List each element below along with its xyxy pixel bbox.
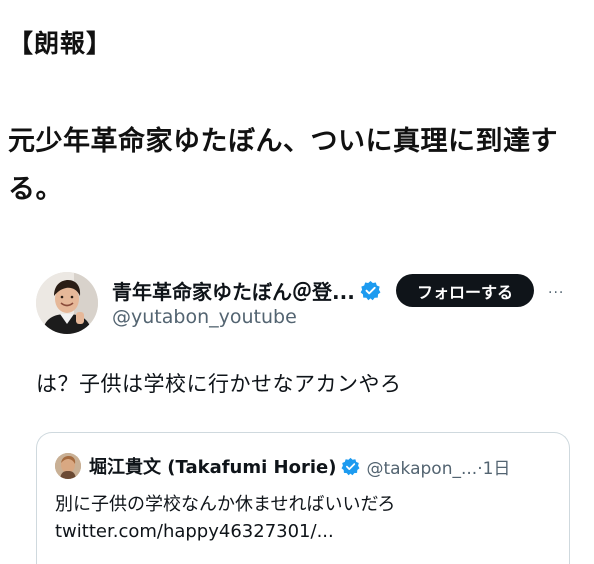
quote-tweet-card[interactable]: 堀江貴文 (Takafumi Horie) @takapon_...·1日 別に… bbox=[36, 432, 570, 564]
quote-link[interactable]: twitter.com/happy46327301/... bbox=[55, 521, 334, 542]
tweet-author-row: 青年革命家ゆたぼん＠登... bbox=[112, 276, 381, 304]
avatar[interactable] bbox=[36, 272, 98, 334]
verified-badge-icon bbox=[360, 280, 381, 301]
quote-display-name[interactable]: 堀江貴文 (Takafumi Horie) bbox=[89, 453, 336, 479]
quote-text: 別に子供の学校なんか休ませればいいだろ bbox=[55, 494, 396, 515]
headline-tag: 【朗報】 bbox=[8, 29, 113, 58]
quote-header: 堀江貴文 (Takafumi Horie) @takapon_...·1日 bbox=[89, 453, 510, 479]
quote-avatar[interactable] bbox=[55, 453, 81, 479]
tweet-display-name[interactable]: 青年革命家ゆたぼん＠登... bbox=[112, 276, 355, 305]
more-options-icon[interactable]: ··· bbox=[548, 285, 564, 301]
tweet-text: は？子供は学校に行かせなアカンやろ bbox=[36, 372, 402, 396]
quote-verified-badge-icon bbox=[341, 457, 360, 476]
follow-button[interactable]: フォローする bbox=[396, 274, 534, 307]
quote-handle-time[interactable]: @takapon_...·1日 bbox=[366, 454, 510, 479]
tweet-handle[interactable]: @yutabon_youtube bbox=[112, 306, 297, 328]
headline: 元少年革命家ゆたぼん、ついに真理に到達する。 bbox=[8, 126, 558, 205]
